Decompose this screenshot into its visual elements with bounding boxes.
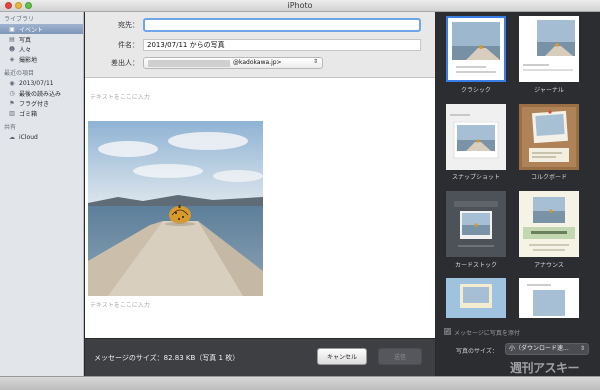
message-body-placeholder[interactable]: テキストをここに入力 (90, 92, 150, 101)
theme-panel: クラシック ジャーナル スナップショット コルクボード カードストック アナウン… (436, 12, 600, 376)
to-row: 宛先： (85, 18, 421, 32)
theme-label-journal: ジャーナル (534, 87, 564, 94)
theme-preview-partial (519, 278, 579, 318)
redacted-name (148, 60, 230, 67)
mail-header-fields: 宛先： 件名： 2013/07/11 からの写真 差出人： @kadokawa.… (85, 12, 435, 78)
message-body-placeholder-bottom[interactable]: テキストをここに入力 (90, 300, 150, 309)
subject-field[interactable]: 2013/07/11 からの写真 (143, 39, 421, 51)
theme-tile-journal[interactable] (519, 16, 579, 82)
events-icon: ▣ (9, 25, 15, 33)
from-label: 差出人： (111, 59, 139, 67)
from-row: 差出人： @kadokawa.jp> ⇕ (85, 57, 323, 69)
from-address: @kadokawa.jp> (233, 59, 282, 66)
cancel-button[interactable]: キャンセル (317, 348, 367, 365)
photo-size-popup[interactable]: 小（ダウンロード速... ⇕ (505, 343, 589, 355)
sidebar-item-flagged[interactable]: ⚑ フラグ付き (0, 98, 83, 108)
photos-icon: ▤ (9, 35, 15, 43)
sidebar-item-last-import[interactable]: ◷ 最後の読み込み (0, 88, 83, 98)
sidebar-item-label: 写真 (19, 36, 32, 44)
window-title: iPhoto (287, 1, 313, 10)
photo-image (88, 121, 263, 296)
people-icon: ☻ (8, 45, 16, 53)
updown-chevron-icon: ⇕ (579, 345, 585, 352)
theme-tile-more-2[interactable] (519, 278, 579, 318)
sidebar-item-places[interactable]: ◈ 撮影地 (0, 54, 83, 64)
sidebar-item-trash[interactable]: ▥ ゴミ箱 (0, 108, 83, 118)
sidebar-item-people[interactable]: ☻ 人々 (0, 44, 83, 54)
from-popup[interactable]: @kadokawa.jp> ⇕ (143, 57, 323, 69)
sidebar-item-photos[interactable]: ▤ 写真 (0, 34, 83, 44)
sidebar-item-label: ゴミ箱 (19, 110, 38, 118)
send-button[interactable]: 送信 (378, 348, 422, 365)
cardstock-theme-preview (446, 191, 506, 257)
journal-theme-preview (519, 16, 579, 82)
snapshot-theme-preview (446, 104, 506, 170)
to-label: 宛先： (118, 21, 139, 29)
theme-label-announcement: アナウンス (534, 262, 564, 269)
sidebar-item-events[interactable]: ▣ イベント (0, 24, 83, 34)
attached-photo[interactable] (88, 121, 263, 296)
subject-row: 件名： 2013/07/11 からの写真 (85, 39, 421, 51)
theme-label-corkboard: コルクボード (530, 174, 567, 181)
theme-label-cardstock: カードストック (454, 262, 497, 269)
sidebar-item-label: iCloud (19, 133, 38, 141)
sidebar: ライブラリ ▣ イベント ▤ 写真 ☻ 人々 ◈ 撮影地 最近の項目 ◉ 201… (0, 12, 84, 376)
theme-tile-cardstock[interactable] (446, 191, 506, 257)
theme-label-snapshot: スナップショット (451, 174, 500, 181)
bottom-toolbar (0, 376, 600, 390)
section-header-shared: 共有 (4, 124, 17, 131)
title-bar: iPhoto (0, 0, 600, 12)
mail-compose-area: 宛先： 件名： 2013/07/11 からの写真 差出人： @kadokawa.… (85, 12, 435, 376)
photo-size-value: 小（ダウンロード速... (509, 345, 569, 352)
compose-footer: メッセージのサイズ：82.83 KB（写真 1 枚） キャンセル 送信 (85, 338, 435, 376)
import-icon: ◷ (9, 89, 15, 97)
sidebar-item-event-date[interactable]: ◉ 2013/07/11 (0, 78, 83, 88)
theme-tile-snapshot[interactable] (446, 104, 506, 170)
trash-icon: ▥ (9, 109, 15, 117)
attach-photos-label: メッセージに写真を添付 (454, 330, 520, 337)
subject-label: 件名： (118, 41, 139, 49)
section-header-recent: 最近の項目 (4, 70, 35, 77)
theme-tile-announcement[interactable] (519, 191, 579, 257)
classic-theme-preview (448, 18, 504, 80)
theme-preview-partial (446, 278, 506, 318)
sidebar-item-label: 最後の読み込み (19, 90, 62, 98)
sidebar-item-label: 撮影地 (19, 56, 38, 64)
section-header-library: ライブラリ (4, 16, 35, 23)
corkboard-theme-preview (519, 104, 579, 170)
sidebar-item-label: 2013/07/11 (19, 79, 54, 87)
theme-tile-corkboard[interactable] (519, 104, 579, 170)
sidebar-item-label: イベント (19, 26, 44, 34)
cloud-icon: ☁ (9, 133, 15, 141)
places-icon: ◈ (9, 55, 15, 63)
sidebar-item-label: フラグ付き (19, 100, 50, 108)
theme-tile-more-1[interactable] (446, 278, 506, 318)
message-size-text: メッセージのサイズ：82.83 KB（写真 1 枚） (94, 354, 240, 362)
sidebar-item-icloud[interactable]: ☁ iCloud (0, 132, 83, 142)
theme-label-classic: クラシック (461, 87, 491, 94)
to-field[interactable] (143, 18, 421, 32)
flag-icon: ⚑ (9, 99, 15, 107)
announcement-theme-preview (519, 191, 579, 257)
attach-photos-checkbox[interactable]: ✓ (444, 328, 451, 335)
event-icon: ◉ (9, 79, 15, 87)
updown-chevron-icon: ⇕ (312, 58, 318, 65)
watermark-logo: 週刊アスキー (510, 361, 580, 375)
theme-tile-classic[interactable] (446, 16, 506, 82)
photo-size-label: 写真のサイズ： (456, 348, 498, 355)
sidebar-item-label: 人々 (19, 46, 32, 54)
